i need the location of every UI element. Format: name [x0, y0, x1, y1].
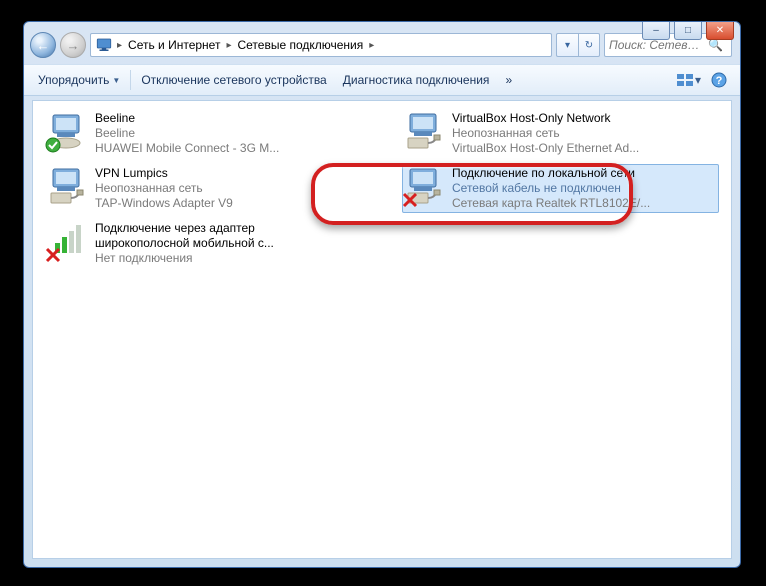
signal-icon: [47, 221, 87, 261]
connection-item-virtualbox[interactable]: VirtualBox Host-Only Network Неопознанна…: [402, 109, 719, 158]
close-button[interactable]: ✕: [706, 22, 734, 40]
breadcrumb-network[interactable]: Сеть и Интернет: [124, 38, 224, 52]
connection-status: Нет подключения: [95, 251, 274, 266]
connection-name: Подключение по локальной сети: [452, 166, 650, 181]
address-bar[interactable]: ▸ Сеть и Интернет ▸ Сетевые подключения …: [90, 33, 552, 57]
modem-icon: [47, 111, 87, 151]
connection-name: Beeline: [95, 111, 279, 126]
chevron-right-icon[interactable]: ▸: [367, 40, 376, 51]
connection-name: VPN Lumpics: [95, 166, 233, 181]
adapter-icon: [404, 111, 444, 151]
svg-text:?: ?: [716, 75, 723, 87]
connection-item-broadband[interactable]: Подключение через адаптер широкополосной…: [45, 219, 362, 268]
view-mode-button[interactable]: ▾: [674, 69, 704, 91]
network-icon: [95, 36, 113, 54]
content-area: Beeline Beeline HUAWEI Mobile Connect - …: [32, 100, 732, 559]
connection-item-vpn[interactable]: VPN Lumpics Неопознанная сеть TAP-Window…: [45, 164, 362, 213]
back-button[interactable]: ←: [30, 32, 56, 58]
minimize-button[interactable]: –: [642, 22, 670, 40]
more-commands-button[interactable]: »: [497, 69, 520, 91]
breadcrumb-connections[interactable]: Сетевые подключения: [233, 38, 367, 52]
organize-menu[interactable]: Упорядочить▼: [30, 69, 128, 91]
connection-device: TAP-Windows Adapter V9: [95, 196, 233, 211]
connection-status: Неопознанная сеть: [95, 181, 233, 196]
connection-device: Сетевая карта Realtek RTL8102E/...: [452, 196, 650, 211]
connection-status: Неопознанная сеть: [452, 126, 639, 141]
search-icon: 🔍: [708, 38, 723, 52]
connection-device: HUAWEI Mobile Connect - 3G M...: [95, 141, 279, 156]
disable-device-button[interactable]: Отключение сетевого устройства: [133, 69, 334, 91]
error-x-icon: [402, 192, 418, 208]
connection-item-beeline[interactable]: Beeline Beeline HUAWEI Mobile Connect - …: [45, 109, 362, 158]
connection-name-cont: широкополосной мобильной с...: [95, 236, 274, 251]
connection-name: VirtualBox Host-Only Network: [452, 111, 639, 126]
error-x-icon: [45, 247, 61, 263]
maximize-button[interactable]: □: [674, 22, 702, 40]
adapter-icon: [404, 166, 444, 206]
connection-status: Сетевой кабель не подключен: [452, 181, 650, 196]
chevron-right-icon[interactable]: ▸: [224, 40, 233, 51]
chevron-right-icon[interactable]: ▸: [115, 40, 124, 51]
connection-device: VirtualBox Host-Only Ethernet Ad...: [452, 141, 639, 156]
history-dropdown-button[interactable]: ▾: [556, 33, 578, 57]
explorer-window: – □ ✕ ← → ▸ Сеть и Интернет ▸ Сетевые по…: [23, 21, 741, 568]
connection-name: Подключение через адаптер: [95, 221, 274, 236]
connection-status: Beeline: [95, 126, 279, 141]
check-icon: [45, 137, 61, 153]
connection-item-lan[interactable]: Подключение по локальной сети Сетевой ка…: [402, 164, 719, 213]
help-button[interactable]: ?: [704, 69, 734, 91]
search-input[interactable]: [609, 38, 704, 52]
forward-button[interactable]: →: [60, 32, 86, 58]
refresh-button[interactable]: ↻: [578, 33, 600, 57]
adapter-icon: [47, 166, 87, 206]
toolbar: Упорядочить▼ Отключение сетевого устройс…: [24, 64, 740, 96]
diagnose-button[interactable]: Диагностика подключения: [335, 69, 498, 91]
